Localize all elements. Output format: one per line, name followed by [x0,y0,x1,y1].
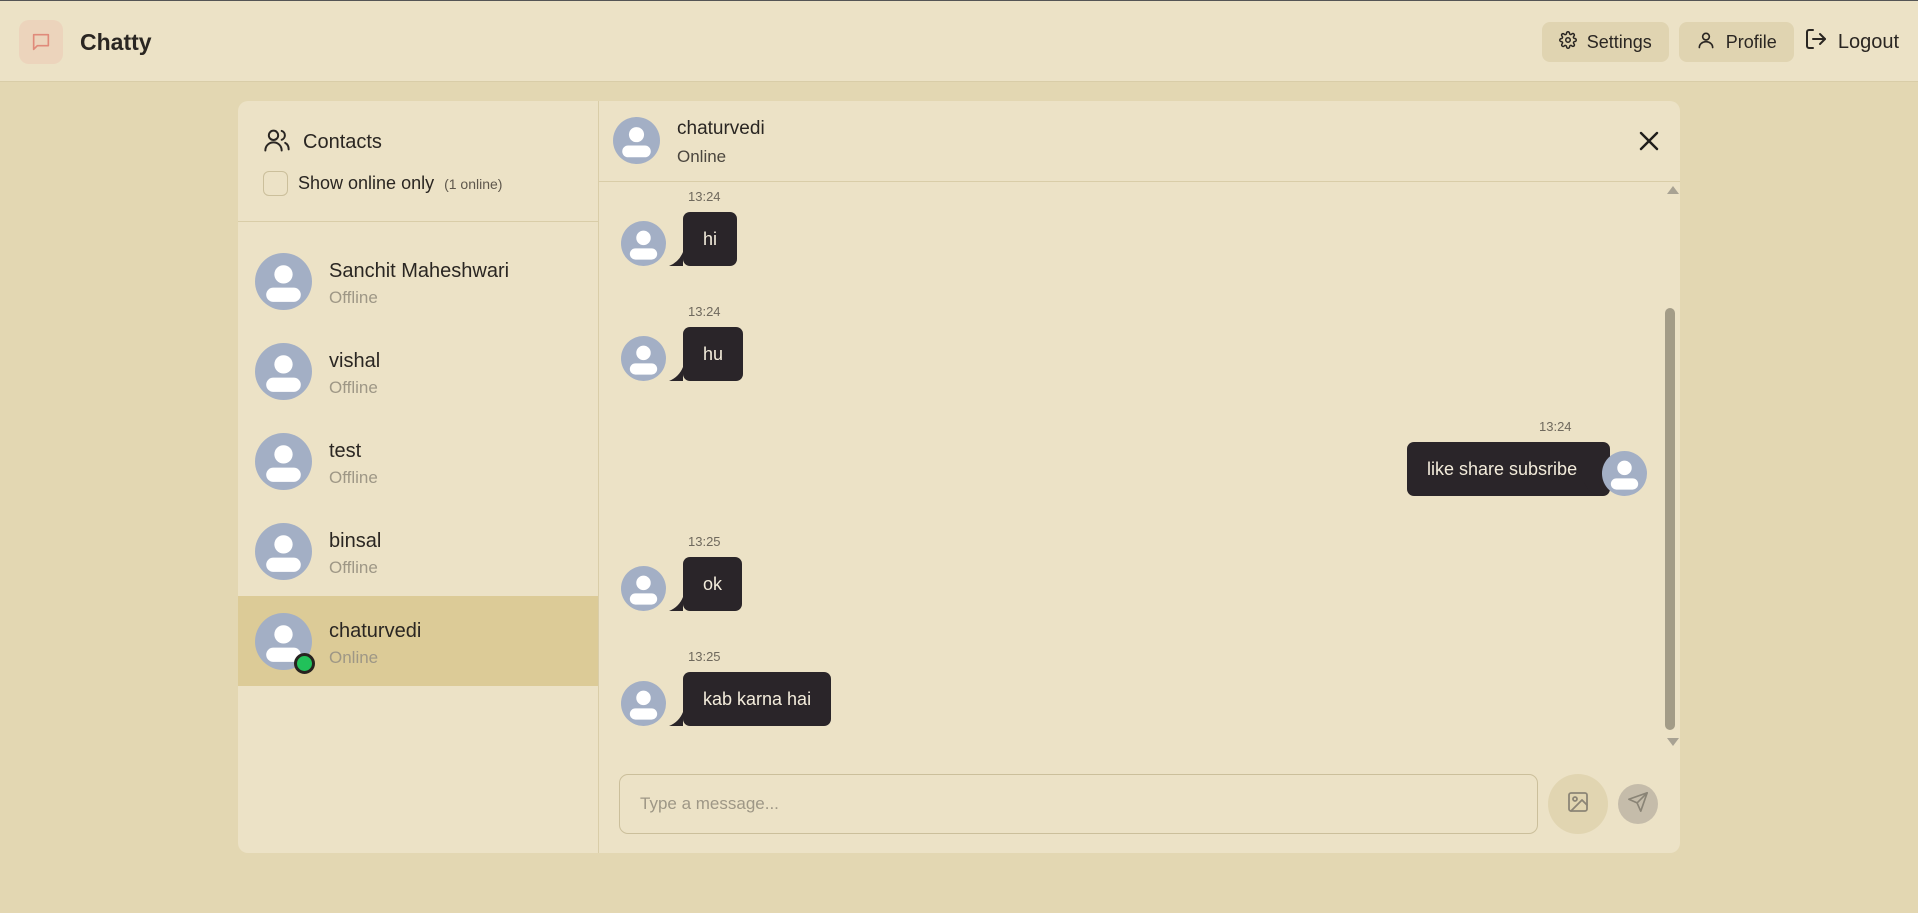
message-time: 13:24 [688,189,721,204]
message-square-icon [19,20,63,64]
settings-button[interactable]: Settings [1541,22,1669,62]
contact-item[interactable]: Sanchit Maheshwari Offline [238,236,598,326]
scrollbar-thumb[interactable] [1665,308,1675,730]
online-indicator [294,653,315,674]
chat-header: chaturvedi Online [599,101,1680,182]
contact-name: binsal [329,530,382,552]
sidebar-header: Contacts Show online only (1 online) [238,101,599,222]
close-chat-button[interactable] [1637,129,1661,153]
avatar [621,221,666,271]
avatar [621,681,666,731]
message-list: 13:24 hi 13:24 hu 13:24 like share subsr… [599,183,1680,753]
avatar [255,253,312,315]
attach-image-button[interactable] [1548,774,1608,834]
contact-item-selected[interactable]: chaturvedi Online [238,596,598,686]
profile-label: Profile [1725,31,1777,52]
contact-status: Offline [329,558,378,577]
contact-item[interactable]: binsal Offline [238,506,598,596]
contact-name: test [329,440,362,462]
app-name: Chatty [80,28,152,55]
chat-contact-status: Online [677,147,727,166]
bubble-tail [669,367,683,381]
message-time: 13:25 [688,649,721,664]
avatar [613,117,660,169]
avatar [255,523,312,585]
profile-button[interactable]: Profile [1678,22,1794,62]
logout-label: Logout [1837,30,1899,53]
chat-card: Contacts Show online only (1 online) San… [238,101,1680,853]
scroll-down-arrow[interactable] [1667,738,1679,746]
contacts-sidebar: Contacts Show online only (1 online) San… [238,101,599,853]
logout-button[interactable]: Logout [1804,22,1899,62]
show-online-label[interactable]: Show online only [298,173,434,194]
bubble-tail [1584,482,1598,496]
message-time: 13:24 [688,304,721,319]
contact-status: Online [329,648,379,667]
show-online-checkbox[interactable] [263,171,288,196]
contact-status: Offline [329,378,378,397]
contact-item[interactable]: test Offline [238,416,598,506]
avatar [255,343,312,405]
logout-icon [1804,27,1828,57]
contact-name: Sanchit Maheshwari [329,260,510,282]
online-count: (1 online) [444,175,503,192]
message-time: 13:25 [688,534,721,549]
gear-icon [1558,30,1577,54]
avatar [255,433,312,495]
message-composer [599,753,1680,853]
top-bar: Chatty Settings Profile Logout [0,0,1918,82]
message-bubble: ok [683,557,743,611]
contact-status: Offline [329,468,378,487]
scroll-up-arrow[interactable] [1667,186,1679,194]
contact-name: chaturvedi [329,620,422,642]
bubble-tail [669,712,683,726]
image-icon [1566,790,1590,819]
brand[interactable]: Chatty [19,20,152,64]
user-icon [1696,30,1716,55]
bubble-tail [669,252,683,266]
online-filter: Show online only (1 online) [263,171,502,196]
message-bubble: hu [683,327,744,381]
avatar [621,336,666,386]
message-time: 13:24 [1539,419,1572,434]
bubble-tail [669,597,683,611]
message-bubble: kab karna hai [683,672,832,726]
message-bubble: like share subsribe [1407,442,1610,496]
top-nav: Settings Profile Logout [1541,22,1899,62]
chat-panel: chaturvedi Online 13:24 hi 13:24 hu 13:2… [599,101,1680,853]
settings-label: Settings [1586,31,1652,52]
avatar [621,566,666,616]
message-input[interactable] [619,774,1538,834]
contacts-heading: Contacts [303,131,382,153]
contact-status: Offline [329,288,378,307]
chat-contact-name: chaturvedi [677,118,765,139]
users-icon [263,126,291,159]
avatar [1602,451,1647,501]
contact-item[interactable]: vishal Offline [238,326,598,416]
close-icon [1637,131,1661,157]
send-icon [1627,791,1649,818]
message-bubble: hi [683,212,738,266]
contacts-title: Contacts [263,126,382,159]
contact-name: vishal [329,350,381,372]
send-button[interactable] [1618,784,1658,824]
